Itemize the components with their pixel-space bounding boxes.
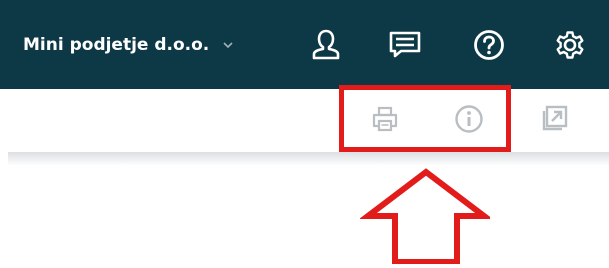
annotation-highlight-box xyxy=(339,85,511,152)
chevron-down-icon xyxy=(221,38,235,52)
settings-icon[interactable] xyxy=(550,25,590,65)
user-icon[interactable] xyxy=(306,25,346,65)
company-name: Mini podjetje d.o.o. xyxy=(23,35,210,55)
open-external-icon[interactable] xyxy=(534,99,574,139)
help-icon[interactable] xyxy=(469,25,509,65)
top-navigation-bar: Mini podjetje d.o.o. xyxy=(0,0,609,89)
document-toolbar xyxy=(0,89,609,155)
company-selector[interactable]: Mini podjetje d.o.o. xyxy=(23,29,235,61)
content-divider-shadow xyxy=(8,152,609,166)
annotation-arrow-up-icon xyxy=(359,168,493,268)
message-icon[interactable] xyxy=(385,25,425,65)
